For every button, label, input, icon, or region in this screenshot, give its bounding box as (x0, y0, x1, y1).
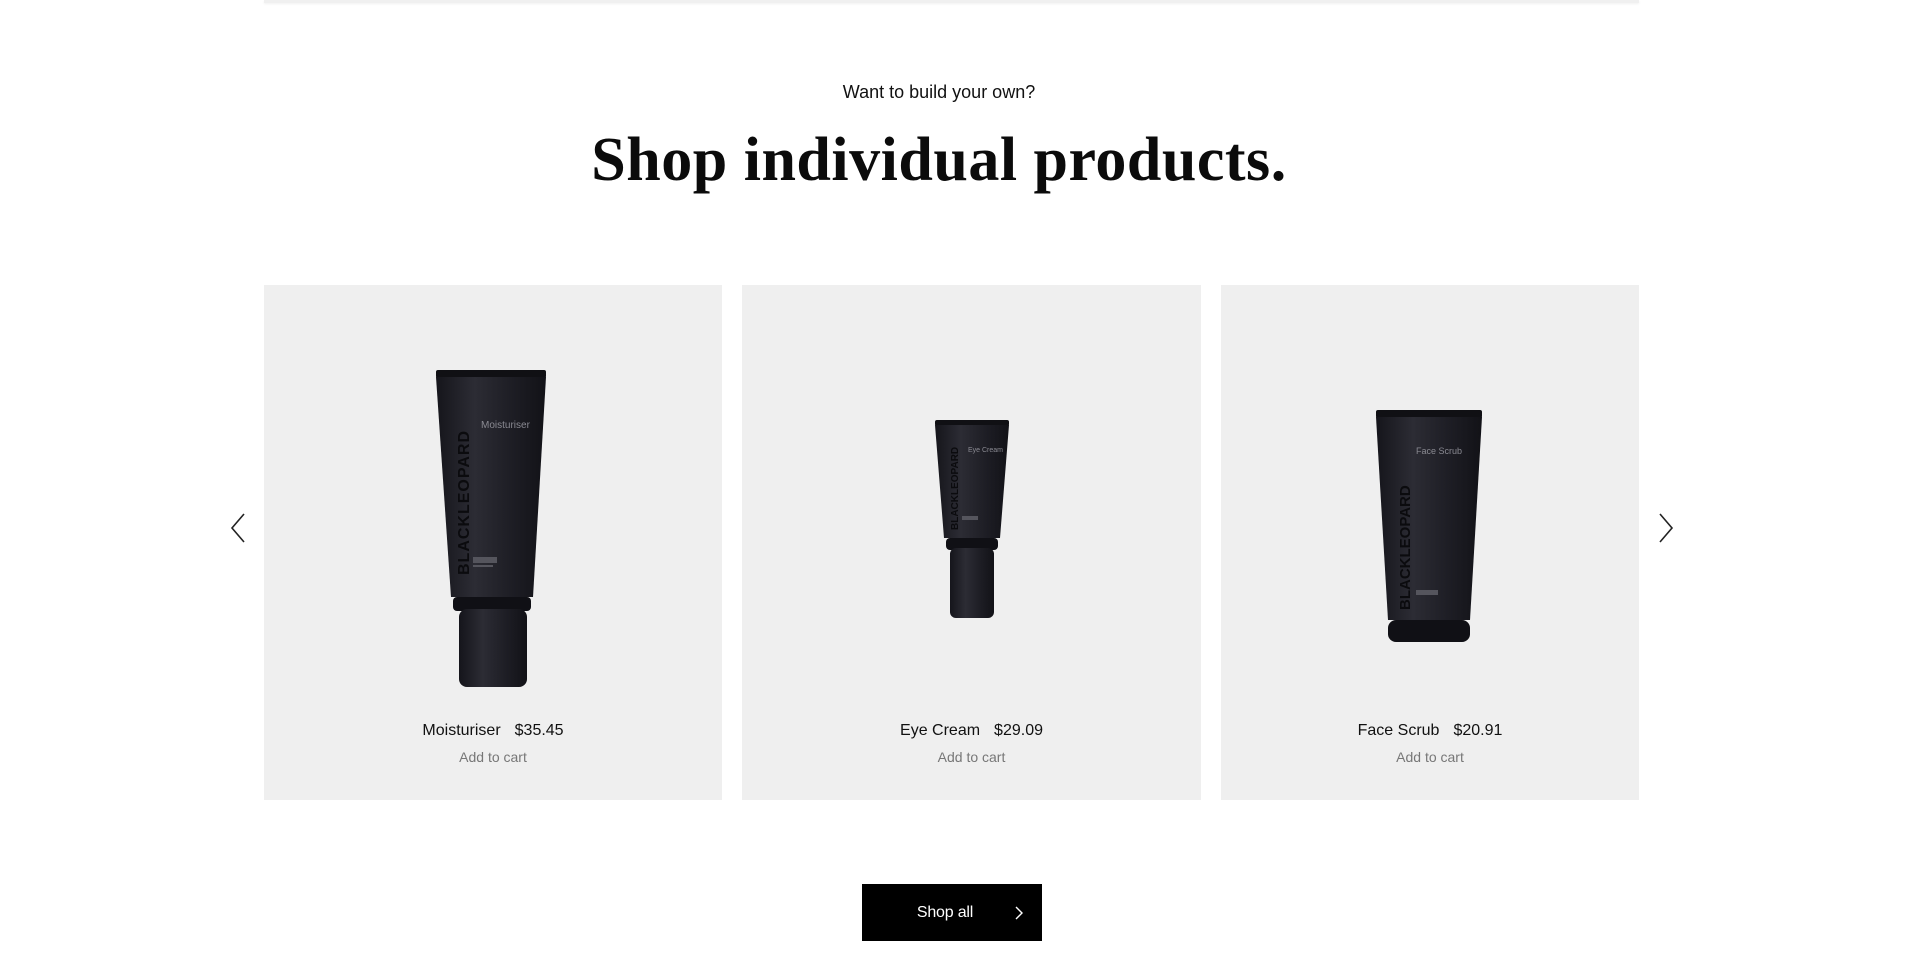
shop-all-label: Shop all (916, 904, 974, 921)
carousel-prev-button[interactable] (224, 510, 252, 546)
svg-text:BLACKLEOPARD: BLACKLEOPARD (1397, 485, 1414, 610)
product-name: Eye Cream (900, 722, 981, 739)
product-name-row: Moisturiser $35.45 (264, 720, 722, 742)
product-image-moisturiser: BLACKLEOPARD Moisturiser (264, 285, 722, 705)
chevron-right-icon (1015, 906, 1023, 920)
svg-text:BLACKLEOPARD: BLACKLEOPARD (950, 447, 961, 530)
svg-text:Face Scrub: Face Scrub (1416, 446, 1462, 456)
product-card-eye-cream[interactable]: BLACKLEOPARD Eye Cream Eye Cream $29.09 A… (742, 285, 1201, 800)
svg-text:Moisturiser: Moisturiser (481, 420, 531, 431)
chevron-left-icon (230, 513, 245, 543)
product-name-row: Face Scrub $20.91 (1221, 720, 1639, 742)
add-to-cart-link[interactable]: Add to cart (742, 747, 1201, 767)
product-card-face-scrub[interactable]: BLACKLEOPARD Face Scrub Face Scrub $20.91… (1221, 285, 1639, 800)
product-price: $20.91 (1453, 722, 1503, 739)
product-price: $29.09 (994, 722, 1043, 739)
chevron-right-icon (1659, 513, 1674, 543)
carousel-next-button[interactable] (1652, 510, 1680, 546)
shop-all-button[interactable]: Shop all (862, 884, 1042, 941)
product-name: Face Scrub (1357, 722, 1440, 739)
product-card-moisturiser[interactable]: BLACKLEOPARD Moisturiser Moisturiser $35.… (264, 285, 722, 800)
section-eyebrow: Want to build your own? (842, 82, 1036, 102)
svg-text:Eye Cream: Eye Cream (968, 447, 1003, 454)
svg-text:BLACKLEOPARD: BLACKLEOPARD (456, 430, 473, 575)
add-to-cart-link[interactable]: Add to cart (1221, 747, 1639, 767)
product-name: Moisturiser (422, 722, 501, 739)
product-price: $35.45 (514, 722, 564, 739)
product-image-eye-cream: BLACKLEOPARD Eye Cream (742, 285, 1201, 705)
add-to-cart-link[interactable]: Add to cart (264, 747, 722, 767)
product-name-row: Eye Cream $29.09 (742, 720, 1201, 742)
section-headline: Shop individual products. (591, 126, 1287, 194)
section-divider (264, 0, 1639, 3)
product-image-face-scrub: BLACKLEOPARD Face Scrub (1221, 285, 1639, 705)
